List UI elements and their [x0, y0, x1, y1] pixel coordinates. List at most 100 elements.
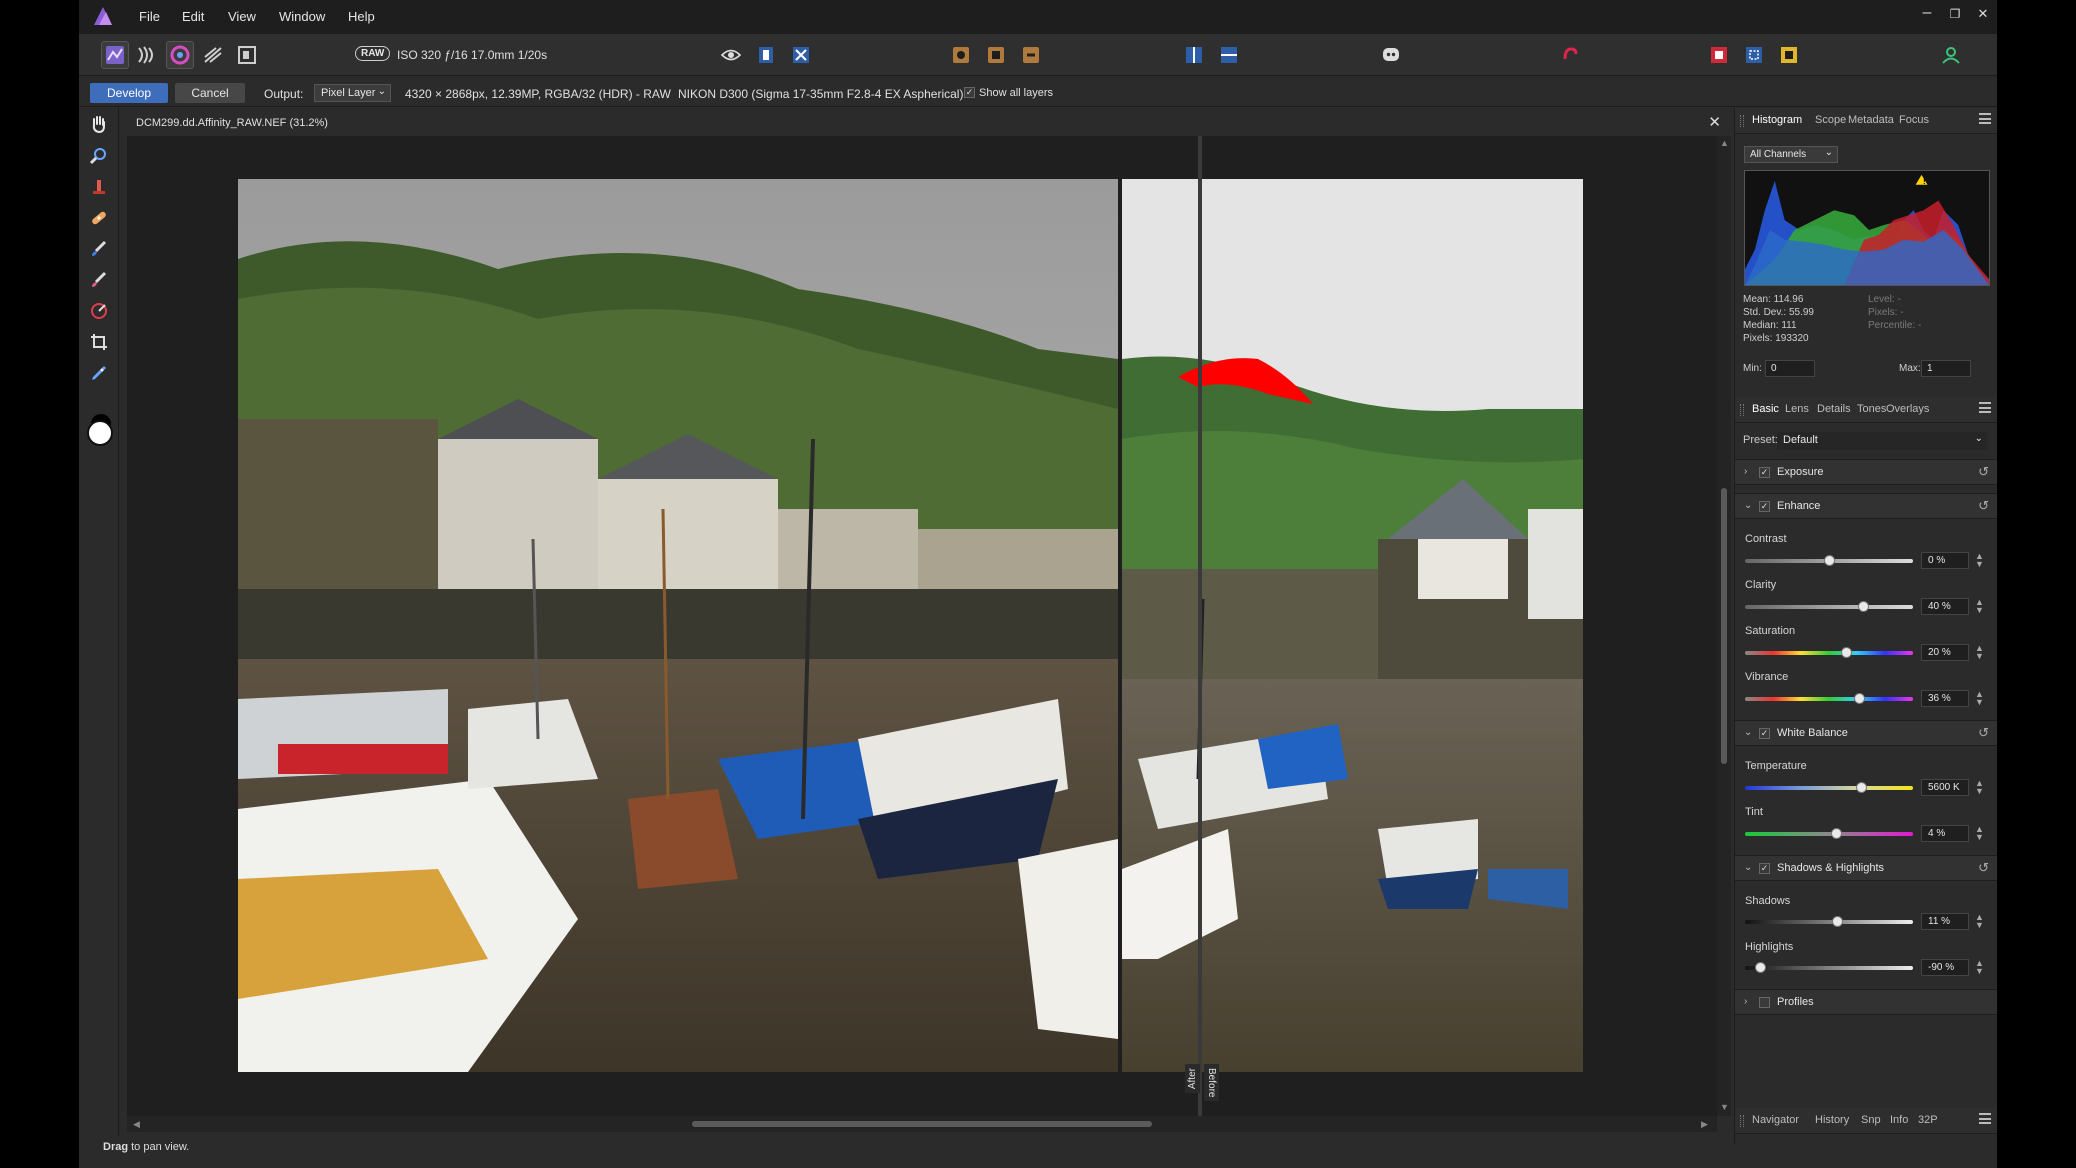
highlights-knob[interactable] [1755, 962, 1767, 973]
saturation-stepper-icon[interactable]: ▲ ▼ [1975, 644, 1984, 661]
tab-metadata[interactable]: Metadata [1848, 114, 1894, 126]
saturation-value[interactable]: 20 % [1921, 644, 1969, 661]
output-select[interactable]: Pixel Layer ⌄ [314, 84, 391, 102]
channel-select[interactable]: All Channels ⌄ [1744, 146, 1838, 163]
clarity-value[interactable]: 40 % [1921, 598, 1969, 615]
white-balance-checkbox[interactable]: ✓ [1759, 728, 1770, 739]
menu-file[interactable]: File [139, 9, 160, 24]
crop-tool[interactable] [87, 330, 111, 354]
close-document-icon[interactable]: ✕ [1708, 113, 1721, 131]
section-enhance[interactable]: ⌄ ✓ Enhance ↺ [1735, 493, 1997, 519]
menu-view[interactable]: View [228, 9, 256, 24]
export-persona-button[interactable] [233, 41, 261, 69]
tool-button-b[interactable] [982, 41, 1010, 69]
reset-icon[interactable]: ↺ [1978, 725, 1989, 741]
reset-icon[interactable]: ↺ [1978, 464, 1989, 480]
clarity-slider[interactable] [1745, 601, 1913, 612]
tab-32p[interactable]: 32P [1918, 1114, 1938, 1126]
section-shadows-highlights[interactable]: ⌄ ✓ Shadows & Highlights ↺ [1735, 855, 1997, 881]
chevron-down-icon[interactable]: ⌄ [1744, 727, 1752, 738]
contrast-knob[interactable] [1824, 555, 1835, 566]
menu-edit[interactable]: Edit [182, 9, 204, 24]
tab-scope[interactable]: Scope [1815, 114, 1846, 126]
min-input[interactable]: 0 [1765, 360, 1815, 377]
temperature-knob[interactable] [1855, 782, 1867, 793]
restore-button[interactable]: ❐ [1945, 7, 1965, 21]
develop-persona-button[interactable] [166, 41, 194, 69]
contrast-stepper-icon[interactable]: ▲ ▼ [1975, 552, 1984, 569]
shadows-value[interactable]: 11 % [1921, 913, 1969, 930]
mirror-view-button[interactable] [1215, 41, 1243, 69]
tab-snapshots[interactable]: Snp [1861, 1114, 1881, 1126]
tab-focus[interactable]: Focus [1899, 114, 1929, 126]
tab-basic[interactable]: Basic [1752, 403, 1779, 415]
chevron-right-icon[interactable]: › [1744, 996, 1747, 1007]
saturation-knob[interactable] [1840, 647, 1852, 658]
highlights-slider[interactable] [1745, 962, 1913, 973]
shadows-highlights-checkbox[interactable]: ✓ [1759, 863, 1770, 874]
vibrance-stepper-icon[interactable]: ▲ ▼ [1975, 690, 1984, 707]
contrast-slider[interactable] [1745, 555, 1913, 566]
scroll-down-icon[interactable]: ▼ [1720, 1102, 1729, 1112]
panel-grip-icon[interactable] [1740, 1115, 1744, 1127]
overlay-paint-tool[interactable] [87, 237, 111, 261]
preset-select[interactable]: Default ⌄ [1777, 432, 1987, 450]
tab-history[interactable]: History [1815, 1114, 1849, 1126]
document-tab[interactable]: DCM299.dd.Affinity_RAW.NEF (31.2%) ✕ [127, 110, 1731, 136]
chevron-right-icon[interactable]: › [1744, 466, 1747, 477]
section-white-balance[interactable]: ⌄ ✓ White Balance ↺ [1735, 720, 1997, 746]
red-eye-tool[interactable] [87, 175, 111, 199]
highlights-value[interactable]: -90 % [1921, 959, 1969, 976]
blemish-tool[interactable] [87, 206, 111, 230]
menu-help[interactable]: Help [348, 9, 375, 24]
clipped-tones-button[interactable] [717, 41, 745, 69]
section-exposure[interactable]: › ✓ Exposure ↺ [1735, 459, 1997, 485]
split-view-divider[interactable] [1198, 136, 1202, 1116]
canvas-area[interactable]: After Before [127, 136, 1717, 1116]
tab-info[interactable]: Info [1890, 1114, 1908, 1126]
vibrance-value[interactable]: 36 % [1921, 690, 1969, 707]
scroll-left-icon[interactable]: ◀ [133, 1119, 140, 1130]
view-tool[interactable] [87, 112, 111, 136]
assistant-button[interactable] [1377, 41, 1405, 69]
tab-tones[interactable]: Tones [1857, 403, 1886, 415]
vertical-scrollbar[interactable]: ▲ ▼ [1717, 136, 1731, 1116]
tint-slider[interactable] [1745, 828, 1913, 839]
split-view-button[interactable] [1180, 41, 1208, 69]
liquify-persona-button[interactable] [132, 41, 160, 69]
foreground-color-swatch[interactable] [87, 420, 113, 446]
show-all-layers-checkbox[interactable]: ✓ [964, 87, 975, 98]
zoom-tool[interactable] [87, 144, 111, 168]
panel-menu-icon[interactable] [1979, 402, 1991, 413]
section-profiles[interactable]: › Profiles [1735, 989, 1997, 1015]
panel-grip-icon[interactable] [1740, 115, 1744, 127]
shadows-stepper-icon[interactable]: ▲ ▼ [1975, 913, 1984, 930]
minimize-button[interactable]: – [1917, 4, 1937, 22]
temperature-value[interactable]: 5600 K [1921, 779, 1969, 796]
clarity-stepper-icon[interactable]: ▲ ▼ [1975, 598, 1984, 615]
menu-window[interactable]: Window [279, 9, 325, 24]
quick-mask-button[interactable] [1705, 41, 1733, 69]
tab-histogram[interactable]: Histogram [1752, 114, 1802, 126]
overlay-erase-tool[interactable] [87, 268, 111, 292]
tab-lens[interactable]: Lens [1785, 403, 1809, 415]
photo-persona-button[interactable] [101, 41, 129, 69]
max-input[interactable]: 1 [1921, 360, 1971, 377]
horizontal-scroll-thumb[interactable] [692, 1121, 1152, 1127]
reset-icon[interactable]: ↺ [1978, 498, 1989, 514]
vibrance-slider[interactable] [1745, 693, 1913, 704]
tint-knob[interactable] [1830, 828, 1842, 839]
vibrance-knob[interactable] [1854, 693, 1866, 704]
tab-navigator[interactable]: Navigator [1752, 1114, 1799, 1126]
highlights-stepper-icon[interactable]: ▲ ▼ [1975, 959, 1984, 976]
account-button[interactable] [1937, 41, 1965, 69]
chevron-down-icon[interactable]: ⌄ [1744, 862, 1752, 873]
tab-details[interactable]: Details [1817, 403, 1851, 415]
cancel-button[interactable]: Cancel [175, 83, 245, 103]
refine-button[interactable] [1775, 41, 1803, 69]
shadows-slider[interactable] [1745, 916, 1913, 927]
tint-stepper-icon[interactable]: ▲ ▼ [1975, 825, 1984, 842]
enhance-checkbox[interactable]: ✓ [1759, 501, 1770, 512]
clipped-shadows-button[interactable] [787, 41, 815, 69]
chevron-down-icon[interactable]: ⌄ [1744, 500, 1752, 511]
